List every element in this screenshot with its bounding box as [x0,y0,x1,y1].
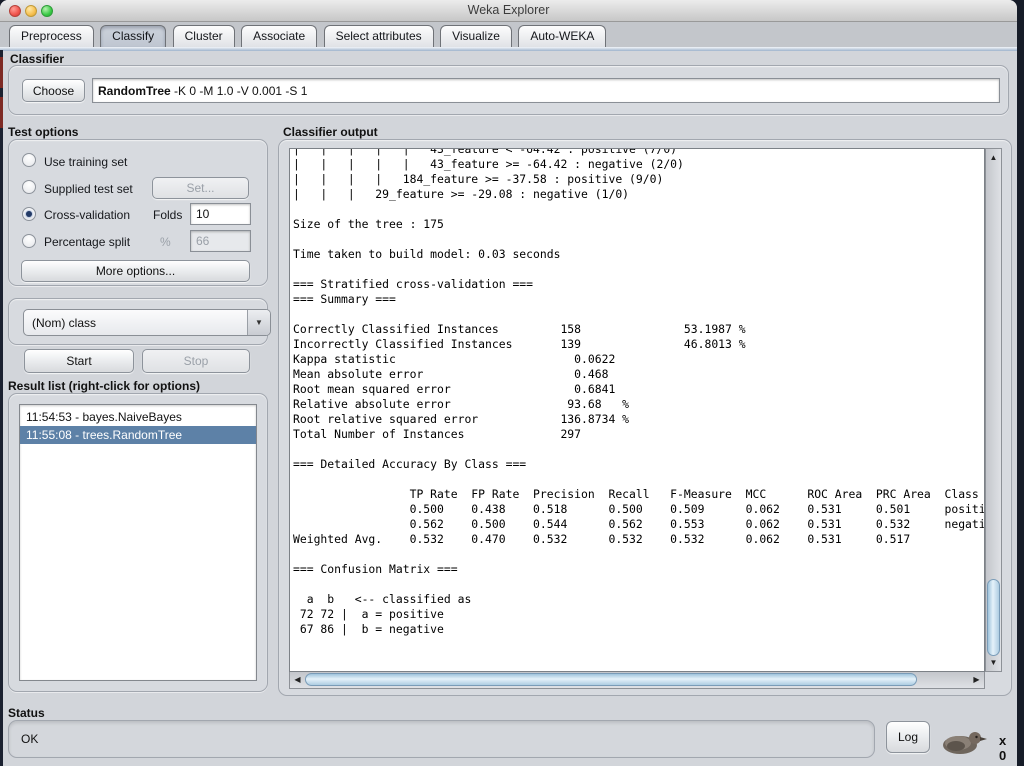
status-message: OK [21,732,39,746]
start-button[interactable]: Start [24,349,134,373]
desktop-edge-left [0,50,3,766]
radio-percentage-split[interactable] [22,234,36,248]
result-listbox[interactable]: 11:54:53 - bayes.NaiveBayes 11:55:08 - t… [19,404,257,681]
scroll-up-icon[interactable]: ▲ [986,150,1001,165]
desktop-edge-mark [0,97,3,128]
scroll-left-icon[interactable]: ◀ [290,672,305,687]
more-options-button[interactable]: More options... [21,260,250,282]
weka-counter: x 0 [999,733,1007,763]
percent-input: 66 [190,230,251,252]
set-button: Set... [152,177,249,199]
supplied-test-set-label: Supplied test set [44,182,133,196]
scheme-name: RandomTree [98,83,171,98]
radio-use-training-set[interactable] [22,153,36,167]
test-options-section-label: Test options [8,125,79,139]
weka-bird-icon [943,732,987,754]
scroll-right-icon[interactable]: ▶ [969,672,984,687]
horizontal-scrollbar[interactable]: ◀ ▶ [289,672,985,689]
radio-supplied-test-set[interactable] [22,180,36,194]
tab-associate[interactable]: Associate [241,25,318,47]
chevron-down-icon: ▼ [247,310,270,335]
class-combobox-value: (Nom) class [32,315,97,330]
classifier-output-text: | | | | | 43_feature < -64.42 : positive… [293,148,985,636]
status-panel: OK [8,720,875,758]
cross-validation-label: Cross-validation [44,208,131,222]
tab-cluster[interactable]: Cluster [172,25,235,47]
class-selector-panel: (Nom) class ▼ [8,298,271,345]
tab-auto-weka[interactable]: Auto-WEKA [518,25,607,47]
vertical-scrollbar[interactable]: ▲ ▼ [985,148,1002,672]
tab-preprocess[interactable]: Preprocess [9,25,94,47]
weka-explorer-window: Weka Explorer Preprocess Classify Cluste… [0,0,1017,766]
classifier-output-area: | | | | | 43_feature < -64.42 : positive… [278,139,1012,696]
tab-bar: Preprocess Classify Cluster Associate Se… [0,22,1017,51]
folds-input[interactable]: 10 [190,203,251,225]
tab-select-attributes[interactable]: Select attributes [323,25,434,47]
class-combobox[interactable]: (Nom) class ▼ [23,309,271,336]
result-item-randomtree[interactable]: 11:55:08 - trees.RandomTree [20,426,256,444]
classifier-output-textarea[interactable]: | | | | | 43_feature < -64.42 : positive… [289,148,985,672]
title-bar: Weka Explorer [0,0,1017,22]
classifier-section-label: Classifier [10,52,65,66]
percentage-split-label: Percentage split [44,235,131,249]
radio-cross-validation[interactable] [22,207,36,221]
scroll-down-icon[interactable]: ▼ [986,655,1001,670]
result-item-naivebayes[interactable]: 11:54:53 - bayes.NaiveBayes [20,408,256,426]
log-button[interactable]: Log [886,721,930,753]
tab-visualize[interactable]: Visualize [440,25,512,47]
percent-label: % [160,235,171,249]
folds-label: Folds [153,208,183,222]
classifier-output-section-label: Classifier output [283,125,378,139]
horizontal-scrollbar-thumb[interactable] [305,673,917,686]
status-section-label: Status [8,706,45,720]
use-training-set-label: Use training set [44,155,128,169]
result-list-panel: 11:54:53 - bayes.NaiveBayes 11:55:08 - t… [8,393,268,692]
vertical-scrollbar-thumb[interactable] [987,579,1000,656]
stop-button: Stop [142,349,250,373]
desktop-edge-mark [0,57,3,88]
tab-classify[interactable]: Classify [100,25,167,47]
classifier-scheme-field[interactable]: RandomTree -K 0 -M 1.0 -V 0.001 -S 1 [92,78,1000,103]
choose-button[interactable]: Choose [22,79,85,102]
scheme-params: -K 0 -M 1.0 -V 0.001 -S 1 [170,83,308,98]
window-title: Weka Explorer [467,3,550,17]
result-list-section-label: Result list (right-click for options) [8,379,201,393]
